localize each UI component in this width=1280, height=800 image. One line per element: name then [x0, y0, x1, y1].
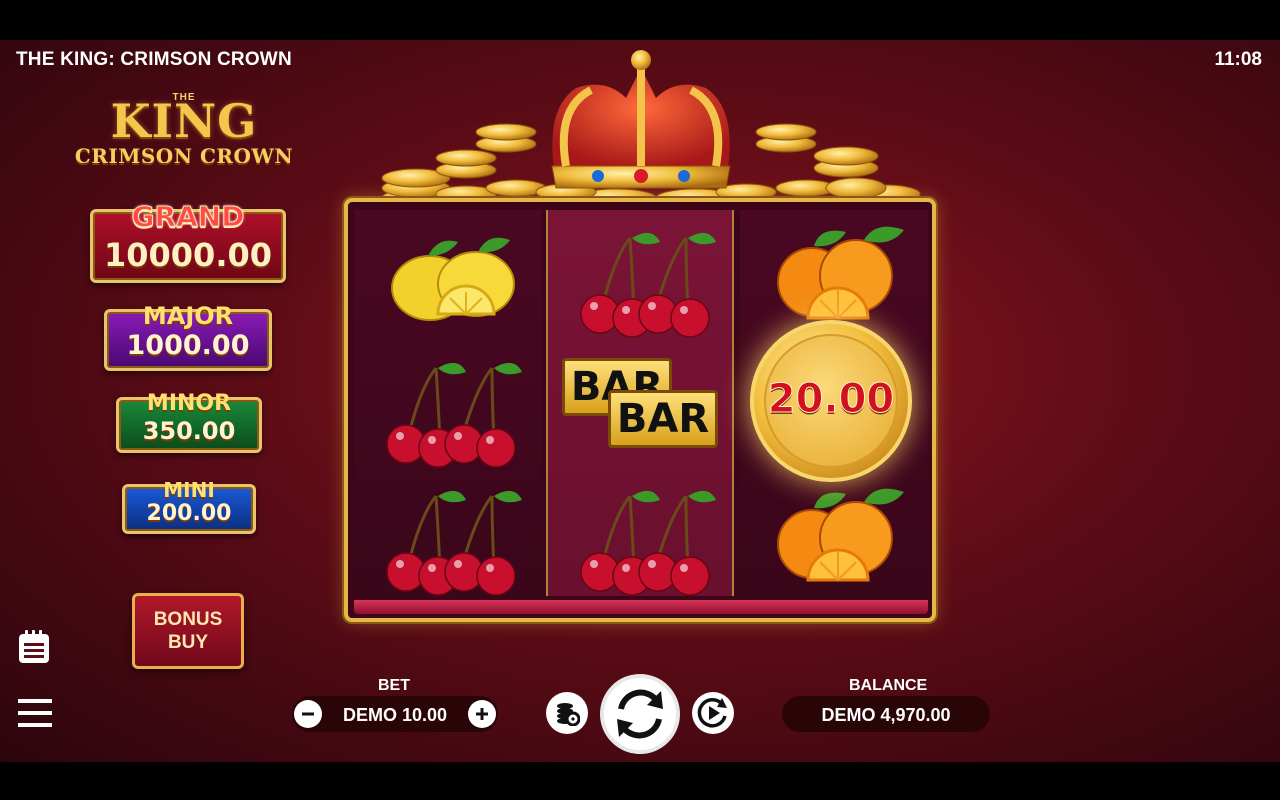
reel-1: [354, 210, 542, 596]
menu-icon[interactable]: [18, 699, 52, 732]
balance-label: BALANCE: [849, 677, 928, 694]
balance-display: DEMO 4,970.00: [782, 696, 990, 732]
logo-king: KING: [110, 94, 258, 148]
jackpot-mini: MINI 200.00: [122, 478, 256, 534]
cherries-icon: [580, 490, 716, 596]
spin-button[interactable]: [600, 674, 680, 754]
orange-icon: [777, 488, 904, 582]
paytable-icon[interactable]: [18, 630, 50, 669]
game-viewport: THE KING: CRIMSON CROWN 11:08 THE KING C…: [0, 40, 1280, 762]
cherries-icon: [386, 490, 522, 596]
bet-decrease-button[interactable]: [294, 700, 322, 728]
bet-increase-button[interactable]: [468, 700, 496, 728]
coin-icon: 20.00: [750, 320, 912, 482]
bonus-buy-button[interactable]: BONUS BUY: [132, 593, 244, 669]
jackpot-mini-value: 200.00: [146, 501, 232, 526]
cherries-icon: [386, 362, 522, 468]
jackpot-major: MAJOR 1000.00: [104, 302, 272, 371]
crown-treasure-icon: [381, 50, 921, 208]
top-letterbox: [0, 0, 1280, 40]
jackpot-major-value: 1000.00: [126, 330, 250, 361]
logo-subtitle: CRIMSON CROWN: [74, 144, 294, 168]
bar-bottom: BAR: [608, 390, 718, 448]
lemon-icon: [391, 237, 515, 321]
game-title: THE KING: CRIMSON CROWN: [16, 49, 292, 70]
autoplay-button[interactable]: [692, 692, 734, 734]
jackpot-grand: GRAND 10000.00: [90, 200, 286, 283]
balance-value: DEMO 4,970.00: [821, 705, 951, 725]
jackpot-minor-value: 350.00: [142, 417, 236, 445]
bottom-letterbox: [0, 762, 1280, 800]
bet-label: BET: [378, 677, 410, 694]
minus-icon: [302, 712, 314, 716]
jackpot-grand-value: 10000.00: [103, 236, 272, 274]
jackpot-minor: MINOR 350.00: [116, 391, 262, 453]
jackpot-grand-label: GRAND: [131, 200, 245, 234]
plus-icon: [476, 708, 488, 720]
bet-value: DEMO 10.00: [342, 705, 448, 725]
autoplay-icon: [697, 698, 727, 728]
jackpot-minor-label: MINOR: [146, 391, 232, 416]
reel-2: BAR BAR: [546, 210, 734, 596]
double-bar-icon: BAR BAR: [562, 344, 722, 464]
bet-control: DEMO 10.00: [292, 696, 498, 732]
jackpot-mini-label: MINI: [163, 478, 215, 502]
cherries-icon: [580, 232, 716, 338]
game-logo: THE KING CRIMSON CROWN: [72, 92, 296, 176]
clock: 11:08: [1214, 49, 1262, 70]
spin-arrows-icon: [617, 689, 663, 739]
reel-frame-bottom: [354, 600, 928, 614]
coin-value: 20.00: [767, 376, 895, 423]
bet-settings-button[interactable]: [546, 692, 588, 734]
jackpot-major-label: MAJOR: [142, 302, 234, 330]
coins-settings-icon: [557, 703, 580, 726]
bonus-buy-label: BONUS BUY: [153, 609, 223, 653]
